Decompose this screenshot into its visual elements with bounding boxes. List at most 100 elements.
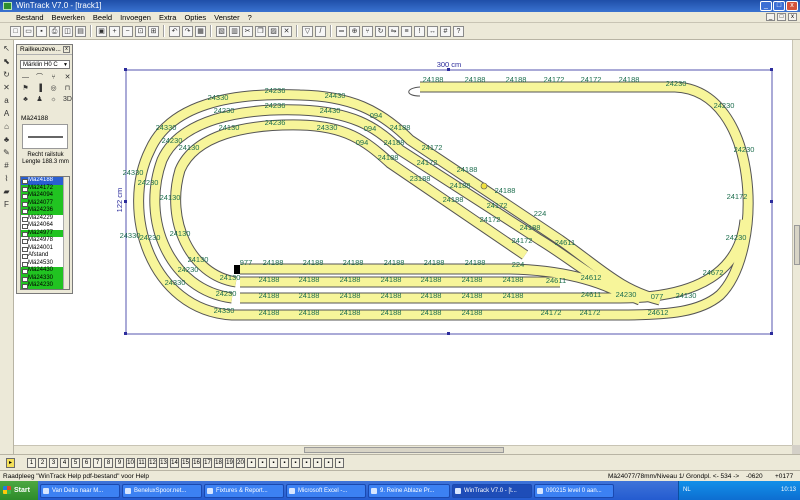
menu-help[interactable]: ? [248, 13, 252, 22]
arrow-icon[interactable]: ↖ [2, 44, 12, 54]
tree-icon[interactable]: ♣ [20, 95, 31, 104]
menu-invoegen[interactable]: Invoegen [120, 13, 151, 22]
save-icon[interactable]: ▪ [36, 25, 47, 37]
line-icon[interactable]: / [315, 25, 326, 37]
zoom-all-icon[interactable]: ⊞ [148, 25, 159, 37]
menu-venster[interactable]: Venster [214, 13, 239, 22]
bumper-icon[interactable]: ▐ [34, 84, 45, 93]
light-icon[interactable]: ☼ [48, 95, 59, 104]
layer-nav-first-icon[interactable]: ▪ [280, 457, 289, 468]
layer-nav-next-icon[interactable]: ▪ [313, 457, 322, 468]
taskbar-task-button[interactable]: Van Delta naar M... [40, 483, 120, 498]
drawing-canvas[interactable]: 300 cm 122 cm 24188 24188 24188 24172 24172 2… [14, 40, 792, 445]
clock[interactable]: 10:13 [781, 481, 796, 500]
paint-icon[interactable]: ▰ [2, 187, 12, 197]
horizontal-scroll-thumb[interactable] [304, 447, 504, 453]
switch-icon[interactable]: ⑂ [48, 73, 59, 82]
track-list-item[interactable]: Mä24977 [21, 229, 69, 237]
taskbar-task-button[interactable]: 9. Reine Ablaze Pr... [368, 483, 450, 498]
curve-track-icon[interactable]: ⌒ [34, 73, 45, 82]
print-setup-icon[interactable]: ▤ [75, 25, 86, 37]
track-list-item[interactable]: Mä24077 [21, 199, 69, 207]
layer-11-button[interactable]: 11 [137, 457, 146, 468]
signal-icon[interactable]: ⚑ [20, 84, 31, 93]
copy-icon[interactable]: ❐ [255, 25, 266, 37]
picture-icon[interactable]: ▣ [96, 25, 107, 37]
doc-restore-button[interactable]: □ [777, 13, 786, 21]
layer-9-button[interactable]: 9 [115, 457, 124, 468]
undo-icon[interactable]: ↶ [169, 25, 180, 37]
vertical-scrollbar[interactable] [792, 40, 800, 445]
layer-20-button[interactable]: 20 [236, 457, 245, 468]
grid-icon[interactable]: # [2, 161, 12, 171]
help-icon[interactable]: ? [453, 25, 464, 37]
redo-icon[interactable]: ↷ [182, 25, 193, 37]
crossing-icon[interactable]: ✕ [62, 73, 73, 82]
track-list-item[interactable]: Mä24172 [21, 184, 69, 192]
track-list-item[interactable]: Mä24978 [21, 237, 69, 245]
doc-close-button[interactable]: x [788, 13, 797, 21]
text-F-icon[interactable]: F [2, 200, 12, 210]
zoom-window-icon[interactable]: ⊡ [135, 25, 146, 37]
track-list-item[interactable]: Mä24094 [21, 192, 69, 200]
track-list-item[interactable]: Mä24236 [21, 207, 69, 215]
layer-edit-icon[interactable]: ▪ [269, 457, 278, 468]
layer-view-icon[interactable]: ▪ [247, 457, 256, 468]
track-list-item[interactable]: Mä24530 [21, 260, 69, 268]
menu-opties[interactable]: Opties [184, 13, 206, 22]
rotate-icon[interactable]: ↻ [375, 25, 386, 37]
tree-icon[interactable]: ♣ [2, 135, 12, 145]
layer-15-button[interactable]: 15 [181, 457, 190, 468]
track-list[interactable]: Mä24188 Mä24172 Mä24094 Mä24077 Mä24236 Mä242… [20, 176, 70, 290]
layer-5-button[interactable]: 5 [71, 457, 80, 468]
layer-nav-prev-icon[interactable]: ▪ [291, 457, 300, 468]
taskbar-task-button[interactable]: WinTrack V7.0 - [t... [452, 483, 532, 498]
turntable-icon[interactable]: ◎ [48, 84, 59, 93]
track-list-item[interactable]: Mä24229 [21, 215, 69, 223]
delete-icon[interactable]: ✕ [281, 25, 292, 37]
layer-nav-last-icon[interactable]: ▪ [324, 457, 333, 468]
switch-icon[interactable]: ⑂ [362, 25, 373, 37]
house-icon[interactable]: ⌂ [2, 122, 12, 132]
rotate-icon[interactable]: ↻ [2, 70, 12, 80]
grid-icon[interactable]: # [440, 25, 451, 37]
open-icon[interactable]: ▭ [23, 25, 34, 37]
layer-select-icon[interactable]: ▸ [6, 457, 15, 468]
menu-extra[interactable]: Extra [159, 13, 177, 22]
taskbar-task-button[interactable]: Microsoft Excel -... [286, 483, 366, 498]
cut-icon[interactable]: ✂ [242, 25, 253, 37]
track-system-select[interactable]: Märklin H0 C ▼ [20, 60, 70, 69]
pencil-icon[interactable]: ✎ [2, 148, 12, 158]
track-list-item[interactable]: Mä24001 [21, 245, 69, 253]
track-tool-icon[interactable]: ═ [336, 25, 347, 37]
layer-nav-end-icon[interactable]: ▪ [335, 457, 344, 468]
person-icon[interactable]: ♟ [34, 95, 45, 104]
3d-icon[interactable]: 3D [62, 95, 73, 104]
start-button[interactable]: Start [0, 481, 38, 500]
layer-18-button[interactable]: 18 [214, 457, 223, 468]
text-a-icon[interactable]: a [2, 96, 12, 106]
layer-10-button[interactable]: 10 [126, 457, 135, 468]
maximize-button[interactable]: □ [773, 1, 785, 11]
taskbar-task-button[interactable]: 090215 level 0 aan... [534, 483, 614, 498]
taskbar-task-button[interactable]: BeneluxSpoor.net... [122, 483, 202, 498]
track-list-item[interactable]: Mä24330 [21, 274, 69, 282]
signal-icon[interactable]: ! [414, 25, 425, 37]
minimize-button[interactable]: _ [760, 1, 772, 11]
filter-icon[interactable]: ▽ [302, 25, 313, 37]
layer-16-button[interactable]: 16 [192, 457, 201, 468]
layer-13-button[interactable]: 13 [159, 457, 168, 468]
track-list-scrollbar[interactable] [63, 177, 69, 289]
book2-icon[interactable]: ▧ [216, 25, 227, 37]
trash-icon[interactable]: ✕ [2, 83, 12, 93]
layer-17-button[interactable]: 17 [203, 457, 212, 468]
straight-track-icon[interactable]: — [20, 73, 31, 82]
track-layout[interactable]: 300 cm 122 cm 24188 24188 24188 24172 24172 2… [14, 40, 792, 445]
doc-minimize-button[interactable]: _ [766, 13, 775, 21]
layer-3-button[interactable]: 3 [49, 457, 58, 468]
layer-color-icon[interactable]: ▪ [258, 457, 267, 468]
clipboard-icon[interactable]: ▥ [229, 25, 240, 37]
layer-nav-play-icon[interactable]: ▪ [302, 457, 311, 468]
track-list-item[interactable]: Mä24215 [21, 290, 69, 291]
menu-bewerken[interactable]: Bewerken [52, 13, 85, 22]
